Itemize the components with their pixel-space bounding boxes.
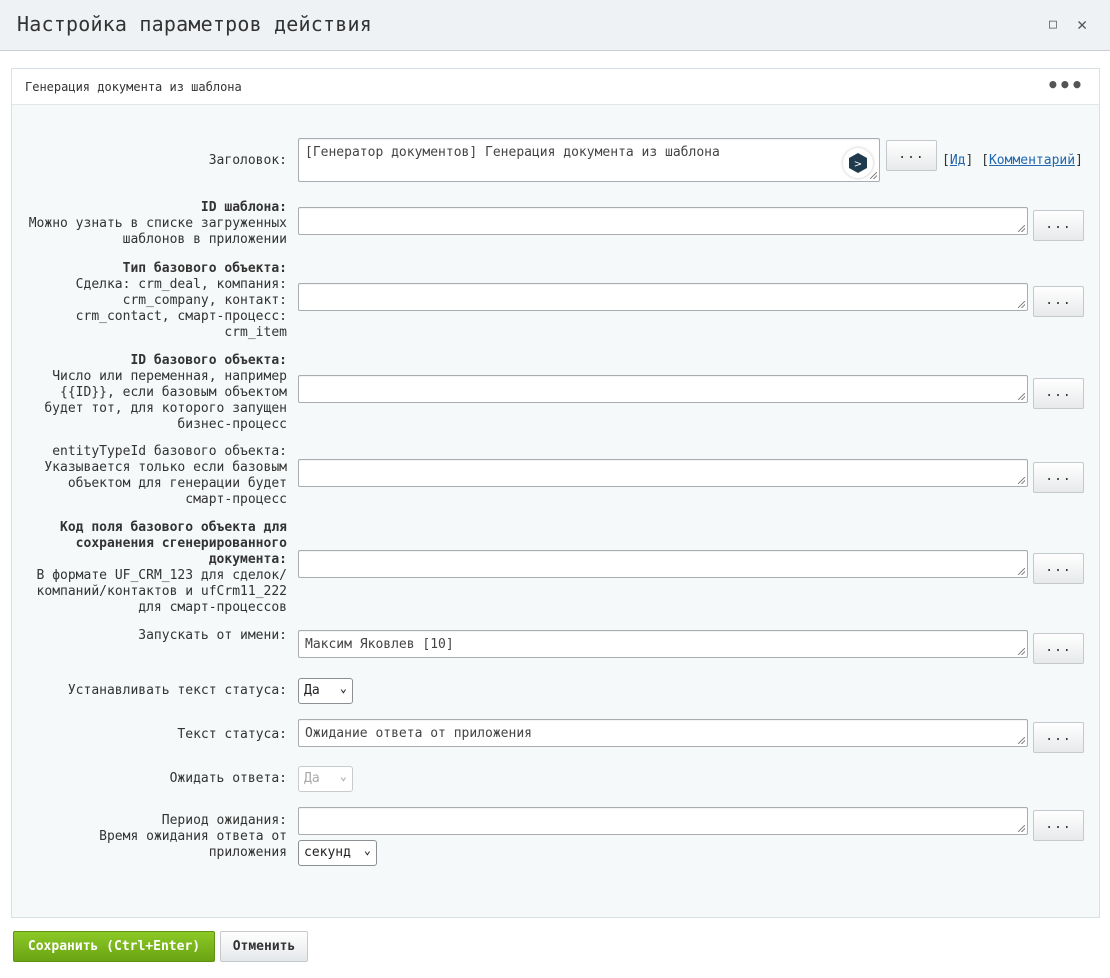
wait-period-input[interactable] — [298, 807, 1028, 835]
cancel-button[interactable]: Отменить — [220, 931, 308, 962]
template-id-label: ID шаблона: Можно узнать в списке загруж… — [29, 200, 287, 248]
status-text-label: Текст статуса: — [177, 727, 287, 742]
panel-title: Генерация документа из шаблона — [25, 80, 242, 94]
save-button[interactable]: Сохранить (Ctrl+Enter) — [13, 931, 215, 962]
heading-input[interactable]: [Генератор документов] Генерация докумен… — [298, 138, 880, 182]
close-icon[interactable]: ✕ — [1077, 15, 1087, 35]
base-type-insert-button[interactable]: ... — [1033, 286, 1084, 317]
wait-answer-select: Да ⌄ — [298, 766, 353, 792]
heading-insert-button[interactable]: ... — [886, 140, 937, 171]
base-type-hint: crm_contact, смарт-процесс: — [75, 309, 287, 324]
wait-answer-label: Ожидать ответа: — [169, 771, 287, 786]
base-id-hint: бизнес-процесс — [177, 417, 287, 432]
chevron-down-icon: ⌄ — [339, 769, 347, 783]
window-title: Настройка параметров действия — [17, 12, 372, 36]
entity-type-hint: объектом для генерации будет — [67, 476, 287, 491]
field-code-hint: В формате UF_CRM_123 для сделок/ — [36, 568, 287, 583]
entity-type-insert-button[interactable]: ... — [1033, 462, 1084, 493]
chevron-down-icon: ⌄ — [363, 843, 371, 857]
base-type-label: Тип базового объекта: Сделка: crm_deal, … — [76, 261, 287, 341]
heading-links: [Ид] [Комментарий] — [942, 153, 1083, 168]
base-type-title: Тип базового объекта: — [122, 261, 287, 276]
wait-period-unit-select[interactable]: секунд ⌄ — [298, 840, 377, 866]
base-id-insert-button[interactable]: ... — [1033, 378, 1084, 409]
bracket: [ — [942, 153, 950, 168]
base-id-title: ID базового объекта: — [130, 353, 287, 368]
field-code-hint: для смарт-процессов — [138, 600, 287, 615]
template-id-title: ID шаблона: — [200, 200, 287, 215]
heading-label: Заголовок: — [208, 153, 287, 168]
ai-assistant-icon[interactable]: > — [843, 148, 873, 178]
field-code-title: документа: — [208, 552, 287, 567]
maximize-icon[interactable]: □ — [1049, 15, 1057, 35]
wait-period-insert-button[interactable]: ... — [1033, 810, 1084, 841]
field-code-label: Код поля базового объекта для сохранения… — [37, 520, 287, 616]
template-id-input[interactable] — [298, 207, 1028, 235]
base-type-input[interactable] — [298, 283, 1028, 311]
template-id-hint: Можно узнать в списке загруженных — [28, 216, 287, 231]
bracket: ] — [965, 153, 974, 168]
base-id-input[interactable] — [298, 375, 1028, 403]
base-id-label: ID базового объекта: Число или переменна… — [44, 353, 287, 433]
entity-type-title: entityTypeId базового объекта: — [52, 444, 287, 459]
base-type-hint: crm_item — [224, 325, 287, 340]
svg-text:>: > — [854, 159, 862, 170]
panel-header: Генерация документа из шаблона ••• — [12, 69, 1099, 105]
set-status-select[interactable]: Да ⌄ — [298, 678, 353, 704]
status-text-insert-button[interactable]: ... — [1033, 722, 1084, 753]
template-id-hint: шаблонов в приложении — [122, 232, 287, 247]
field-code-insert-button[interactable]: ... — [1033, 553, 1084, 584]
run-as-input[interactable]: Максим Яковлев [10] — [298, 630, 1028, 658]
chevron-down-icon: ⌄ — [339, 681, 347, 695]
template-id-insert-button[interactable]: ... — [1033, 210, 1084, 241]
field-code-hint: компаний/контактов и ufCrm11_222 — [36, 584, 287, 599]
base-type-hint: crm_company, контакт: — [122, 293, 287, 308]
base-id-hint: будет тот, для которого запущен — [44, 401, 287, 416]
comment-link[interactable]: Комментарий — [989, 153, 1075, 168]
wait-period-hint: приложения — [208, 845, 287, 860]
status-text-input[interactable]: Ожидание ответа от приложения — [298, 719, 1028, 747]
run-as-label: Запускать от имени: — [138, 628, 287, 643]
field-code-input[interactable] — [298, 550, 1028, 578]
wait-period-title: Период ожидания: — [161, 813, 287, 828]
run-as-insert-button[interactable]: ... — [1033, 633, 1084, 664]
base-type-hint: Сделка: crm_deal, компания: — [75, 277, 287, 292]
wait-period-label: Период ожидания: Время ожидания ответа о… — [99, 813, 287, 861]
entity-type-hint: смарт-процесс — [185, 492, 287, 507]
entity-type-label: entityTypeId базового объекта: Указывает… — [44, 444, 287, 508]
window-titlebar: Настройка параметров действия □ ✕ — [0, 0, 1110, 51]
wait-answer-value: Да — [304, 771, 320, 786]
set-status-value: Да — [304, 683, 320, 698]
field-code-title: Код поля базового объекта для — [60, 520, 287, 535]
entity-type-hint: Указывается только если базовым — [44, 460, 287, 475]
base-id-hint: Число или переменная, например — [52, 369, 287, 384]
id-link[interactable]: Ид — [950, 153, 966, 168]
set-status-label: Устанавливать текст статуса: — [67, 683, 287, 698]
bracket: [ — [981, 153, 989, 168]
entity-type-input[interactable] — [298, 459, 1028, 487]
field-code-title: сохранения сгенерированного — [75, 536, 287, 551]
more-menu-icon[interactable]: ••• — [1047, 73, 1083, 97]
wait-period-hint: Время ожидания ответа от — [99, 829, 287, 844]
base-id-hint: {{ID}}, если базовым объектом — [60, 385, 287, 400]
bracket: ] — [1075, 153, 1083, 168]
wait-period-unit-value: секунд — [304, 845, 351, 860]
